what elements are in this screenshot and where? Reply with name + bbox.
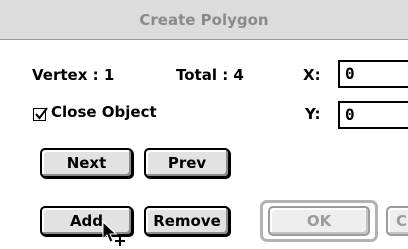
vertex-label: Vertex : 1 (32, 66, 115, 84)
y-label: Y: (305, 105, 321, 123)
close-object-checkbox[interactable] (33, 107, 48, 121)
arrow-plus-cursor-icon (102, 221, 125, 246)
window-title: Create Polygon (139, 11, 269, 29)
total-label: Total : 4 (176, 66, 244, 84)
x-input[interactable]: 0 (338, 60, 408, 88)
next-button[interactable]: Next (40, 148, 133, 178)
checkmark-icon (35, 107, 48, 120)
title-bar[interactable]: Create Polygon (0, 0, 408, 40)
dialog-content: Vertex : 1 Total : 4 X: 0 Close Object Y… (0, 41, 408, 246)
ok-button[interactable]: OK (268, 206, 370, 236)
y-input[interactable]: 0 (338, 101, 408, 129)
close-object-label[interactable]: Close Object (51, 103, 157, 121)
prev-button[interactable]: Prev (144, 148, 230, 178)
cancel-button[interactable]: C (386, 206, 408, 236)
remove-button[interactable]: Remove (144, 206, 230, 236)
x-label: X: (303, 66, 321, 84)
